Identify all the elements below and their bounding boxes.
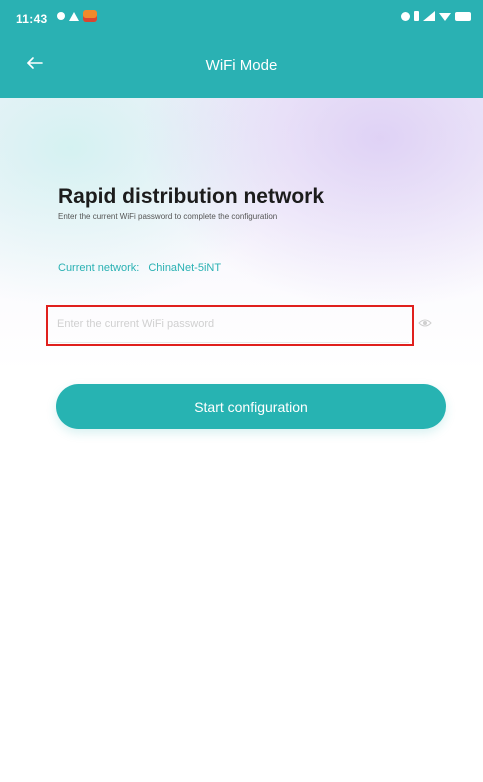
notification-dot-icon bbox=[57, 12, 65, 20]
battery-icon bbox=[455, 11, 471, 21]
page-title: Rapid distribution network bbox=[58, 185, 324, 208]
app-header: 11:43 WiFi Mode bbox=[0, 0, 483, 98]
current-network-row: Current network: ChinaNet-5iNT bbox=[58, 262, 221, 274]
password-visibility-toggle[interactable] bbox=[418, 316, 432, 330]
triangle-icon bbox=[69, 11, 79, 21]
content-area: Rapid distribution network Enter the cur… bbox=[0, 98, 483, 782]
eye-icon bbox=[418, 319, 432, 327]
current-network-name: ChinaNet-5iNT bbox=[148, 262, 222, 274]
start-configuration-button[interactable]: Start configuration bbox=[56, 384, 446, 429]
app-badge-icon bbox=[83, 10, 97, 22]
page-subtitle: Enter the current WiFi password to compl… bbox=[58, 212, 278, 221]
signal-icon bbox=[423, 11, 435, 21]
wifi-icon bbox=[439, 13, 451, 21]
current-network-label: Current network: bbox=[58, 262, 140, 274]
status-time: 11:43 bbox=[16, 12, 48, 26]
bluetooth-icon bbox=[414, 11, 419, 21]
status-bar: 11:43 bbox=[0, 0, 483, 40]
status-right-icons bbox=[401, 11, 471, 21]
wifi-password-input[interactable] bbox=[49, 305, 409, 343]
status-left-icons bbox=[57, 10, 97, 22]
alarm-icon bbox=[401, 11, 410, 21]
page-header-title: WiFi Mode bbox=[205, 57, 278, 74]
